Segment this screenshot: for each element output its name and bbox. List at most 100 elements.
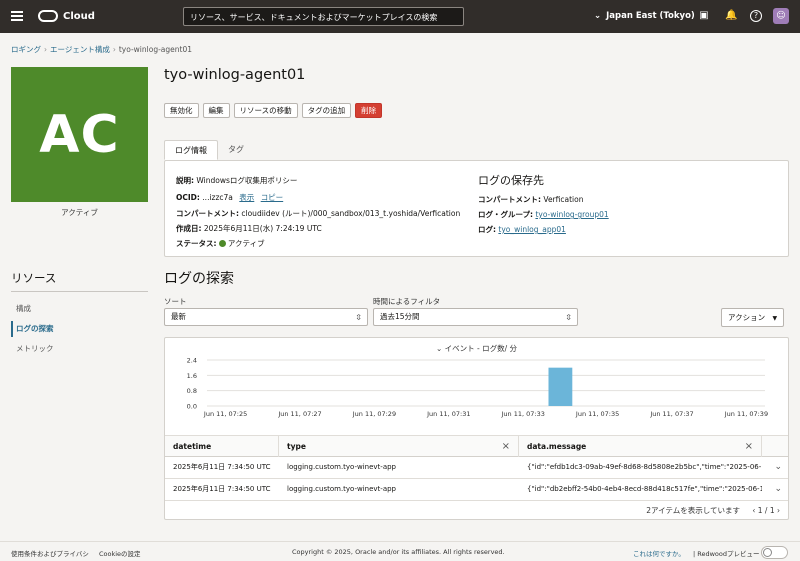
y-tick-label: 2.4	[187, 357, 197, 365]
column-datetime-label: datetime	[173, 442, 212, 451]
x-tick-label: Jun 11, 07:29	[352, 410, 396, 418]
caret-down-icon: ▼	[772, 315, 778, 322]
tab-bar: ログ情報 タグ	[164, 140, 254, 160]
x-tick-label: Jun 11, 07:35	[575, 410, 619, 418]
oracle-ring-icon	[38, 10, 58, 22]
profile-avatar-icon[interactable]: ☺	[773, 8, 789, 24]
oracle-logo[interactable]: Cloud	[38, 10, 95, 22]
ocid-label: OCID:	[176, 193, 200, 202]
resources-heading: リソース	[11, 271, 57, 285]
compartment-value: cloudiidev (ルート)/000_sandbox/013_t.yoshi…	[241, 209, 461, 218]
menu-icon[interactable]	[11, 11, 23, 21]
cell-type: logging.custom.tyo-winevt-app	[287, 485, 396, 493]
terms-link[interactable]: 使用条件およびプライバシ	[11, 548, 89, 558]
divider	[11, 291, 148, 292]
resources-item-config[interactable]: 構成	[11, 301, 31, 317]
prev-page-icon[interactable]: ‹	[752, 506, 755, 515]
footer: 使用条件およびプライバシ Cookieの設定 Copyright © 2025,…	[0, 541, 800, 561]
edit-button[interactable]: 編集	[202, 103, 230, 118]
actions-label: アクション	[728, 313, 766, 322]
brand-label: Cloud	[63, 10, 95, 22]
redwood-preview-toggle[interactable]	[761, 546, 788, 559]
disable-button[interactable]: 無効化	[164, 103, 199, 118]
sort-label: ソート	[164, 297, 187, 306]
resources-item-metrics[interactable]: メトリック	[11, 341, 54, 357]
column-type[interactable]: type ×	[279, 436, 519, 457]
x-tick-label: Jun 11, 07:27	[277, 410, 321, 418]
breadcrumb-agent-config[interactable]: エージェント構成	[50, 45, 110, 54]
ocid-row: OCID: ...izzc7a 表示 コピー	[176, 192, 283, 203]
expand-chevron-icon[interactable]: ⌄	[774, 479, 782, 500]
pagination: 2アイテムを表示しています ‹ 1 / 1 ›	[646, 505, 780, 516]
ocid-show-link[interactable]: 表示	[239, 193, 254, 202]
created-value: 2025年6月11日(水) 7:24:19 UTC	[203, 224, 322, 233]
cell-type: logging.custom.tyo-winevt-app	[287, 463, 396, 471]
resource-status: アクティブ	[61, 208, 98, 217]
dest-log-label: ログ:	[478, 225, 496, 234]
column-datetime[interactable]: datetime	[165, 436, 279, 457]
chart-bar[interactable]	[548, 367, 573, 406]
cloud-shell-icon[interactable]: ▣	[698, 10, 710, 22]
dest-compartment-value: Verfication	[543, 195, 584, 204]
y-tick-label: 0.8	[187, 387, 197, 395]
page-indicator: 1 / 1	[757, 506, 775, 515]
delete-button[interactable]: 削除	[355, 103, 383, 118]
x-tick-label: Jun 11, 07:31	[426, 410, 470, 418]
column-type-label: type	[287, 442, 306, 451]
close-icon[interactable]: ×	[502, 436, 510, 457]
time-filter-select[interactable]: 過去15分間 ⇳	[373, 308, 578, 326]
breadcrumb-current: tyo-winlog-agent01	[118, 45, 192, 54]
search-input[interactable]: リソース、サービス、ドキュメントおよびマーケットプレイスの検索	[183, 7, 464, 26]
region-selector[interactable]: ⌄ Japan East (Tokyo)	[594, 11, 695, 21]
column-message[interactable]: data.message ×	[519, 436, 762, 457]
region-label: Japan East (Tokyo)	[606, 11, 695, 21]
ocid-copy-link[interactable]: コピー	[261, 193, 284, 202]
description-row: 説明: Windowsログ収集用ポリシー	[176, 175, 297, 186]
expand-chevron-icon[interactable]: ⌄	[774, 457, 782, 478]
dest-group-row: ログ・グループ: tyo-winlog-group01	[478, 209, 609, 220]
tab-tags[interactable]: タグ	[218, 140, 254, 160]
dest-compartment-label: コンパートメント:	[478, 195, 541, 204]
destination-heading: ログの保存先	[478, 174, 544, 187]
dest-group-link[interactable]: tyo-winlog-group01	[535, 210, 608, 219]
created-row: 作成日: 2025年6月11日(水) 7:24:19 UTC	[176, 223, 322, 234]
sort-select[interactable]: 最新 ⇳	[164, 308, 368, 326]
explore-heading: ログの探索	[164, 271, 234, 287]
updown-icon: ⇳	[565, 313, 572, 322]
top-bar: Cloud リソース、サービス、ドキュメントおよびマーケットプレイスの検索 ⌄ …	[0, 0, 800, 33]
table-row[interactable]: 2025年6月11日 7:34:50 UTC logging.custom.ty…	[165, 479, 788, 501]
resources-item-log-explore[interactable]: ログの探索	[11, 321, 54, 337]
cell-datetime: 2025年6月11日 7:34:50 UTC	[173, 485, 271, 493]
column-message-label: data.message	[527, 442, 587, 451]
breadcrumb: ロギング › エージェント構成 › tyo-winlog-agent01	[11, 45, 192, 54]
dest-group-label: ログ・グループ:	[478, 210, 534, 219]
next-page-icon[interactable]: ›	[777, 506, 780, 515]
status-label: ステータス:	[176, 239, 217, 248]
cell-message: {"id":"efdb1dc3-09ab-49ef-8d68-8d5808e2b…	[527, 463, 762, 471]
dest-log-row: ログ: tyo_winlog_app01	[478, 224, 566, 235]
x-tick-label: Jun 11, 07:33	[501, 410, 545, 418]
table-row[interactable]: 2025年6月11日 7:34:50 UTC logging.custom.ty…	[165, 457, 788, 479]
y-tick-label: 1.6	[187, 372, 197, 380]
close-icon[interactable]: ×	[745, 436, 753, 457]
item-count: 2アイテムを表示しています	[646, 506, 740, 515]
updown-icon: ⇳	[355, 313, 362, 322]
time-filter-label: 時間によるフィルタ	[373, 297, 441, 306]
x-tick-label: Jun 11, 07:39	[724, 410, 768, 418]
actions-menu-button[interactable]: アクション ▼	[721, 308, 784, 327]
tab-log-info[interactable]: ログ情報	[164, 140, 218, 160]
y-tick-label: 0.0	[187, 403, 197, 411]
breadcrumb-logging[interactable]: ロギング	[11, 45, 41, 54]
dest-log-link[interactable]: tyo_winlog_app01	[498, 225, 566, 234]
move-resource-button[interactable]: リソースの移動	[233, 103, 298, 118]
sort-value: 最新	[171, 312, 186, 321]
add-tag-button[interactable]: タグの追加	[301, 103, 352, 118]
redwood-label: | Redwoodプレビュー	[693, 550, 760, 558]
help-icon[interactable]: ?	[750, 10, 762, 22]
bell-icon[interactable]: 🔔	[725, 10, 737, 22]
description-value: Windowsログ収集用ポリシー	[196, 176, 298, 185]
whats-this-link[interactable]: これは何ですか。	[633, 548, 685, 558]
cookie-settings-link[interactable]: Cookieの設定	[99, 548, 141, 558]
page-title: tyo-winlog-agent01	[164, 67, 306, 83]
resource-tile: AC	[11, 67, 148, 202]
